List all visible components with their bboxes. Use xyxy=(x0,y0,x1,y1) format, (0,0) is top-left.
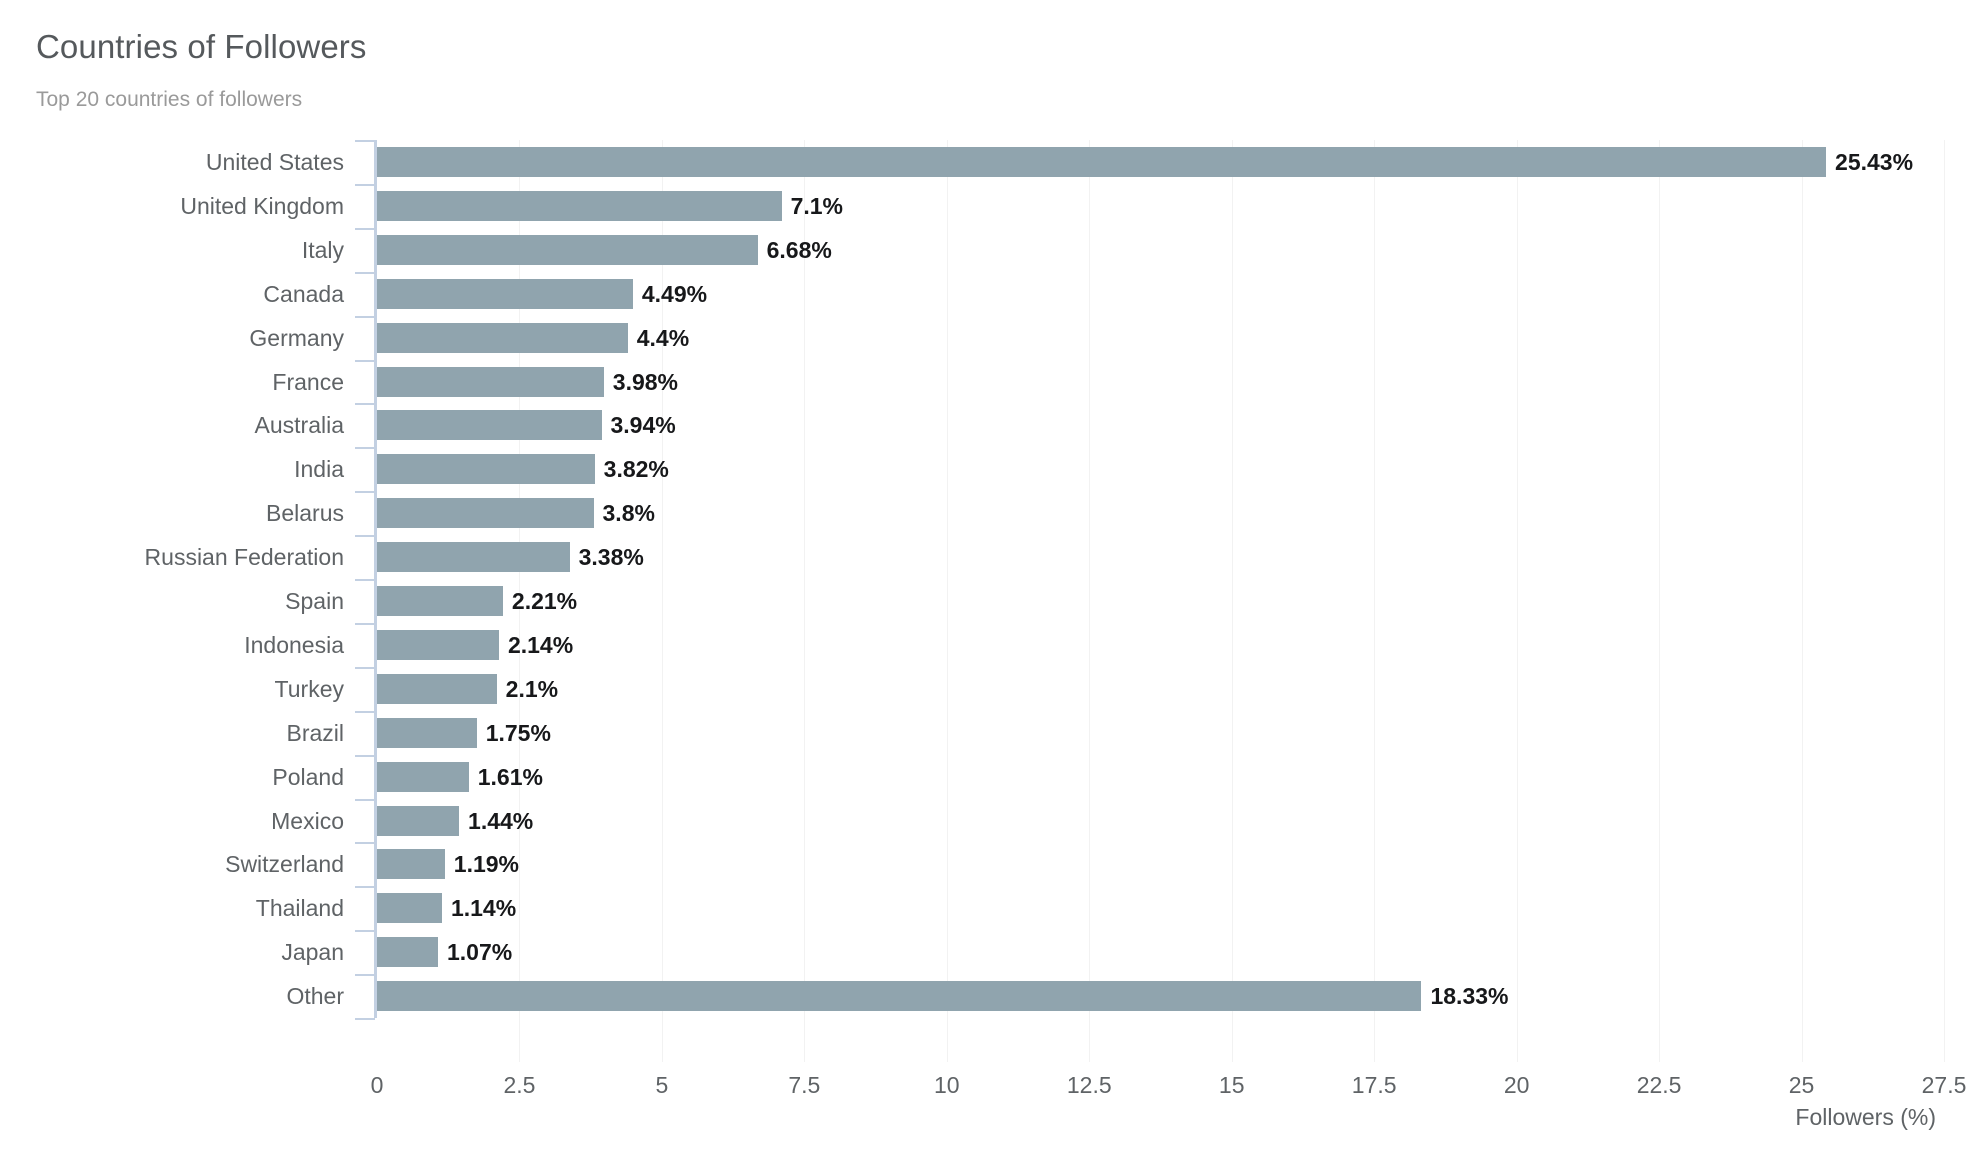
bar-value-label: 6.68% xyxy=(766,236,832,263)
bar-value-label: 3.98% xyxy=(612,368,678,395)
x-axis-tick-label: 17.5 xyxy=(1351,1072,1397,1098)
bar[interactable] xyxy=(377,761,469,792)
x-axis-tick-label: 0 xyxy=(370,1072,384,1098)
bar-row[interactable]: Japan 1.07% xyxy=(0,930,1972,974)
y-axis-category-label: Switzerland xyxy=(225,851,344,878)
y-axis-category-label: Brazil xyxy=(286,719,344,746)
y-axis-category-label: Mexico xyxy=(271,807,344,834)
bar-value-label: 7.1% xyxy=(790,192,843,219)
x-axis-tick-label: 20 xyxy=(1503,1072,1530,1098)
bar[interactable] xyxy=(377,937,438,968)
y-axis-category-label: Belarus xyxy=(266,500,344,527)
x-axis-tick-label: 5 xyxy=(655,1072,669,1098)
bar-row[interactable]: United States 25.43% xyxy=(0,140,1972,184)
bar[interactable] xyxy=(377,322,628,353)
bar-row[interactable]: Mexico 1.44% xyxy=(0,799,1972,843)
bar-row[interactable]: Switzerland 1.19% xyxy=(0,842,1972,886)
y-axis-category-label: United States xyxy=(205,149,344,175)
bar-value-label: 1.07% xyxy=(446,939,513,966)
x-axis-tick-label: 25 xyxy=(1788,1072,1815,1098)
y-axis-category-label: Poland xyxy=(272,763,344,790)
bar-value-label: 3.38% xyxy=(578,544,644,571)
bar-row[interactable]: Italy 6.68% xyxy=(0,228,1972,272)
bar-value-label: 2.14% xyxy=(507,631,574,658)
y-axis-tick xyxy=(355,1018,375,1020)
y-axis-category-label: Australia xyxy=(254,412,344,439)
y-axis-category-label: Spain xyxy=(285,588,344,614)
bar-row[interactable]: Indonesia 2.14% xyxy=(0,623,1972,667)
bar-value-label: 1.44% xyxy=(468,807,534,834)
bar-value-label: 1.19% xyxy=(453,851,520,878)
y-axis-category-label: Russian Federation xyxy=(144,544,344,571)
bar-row[interactable]: Brazil 1.75% xyxy=(0,711,1972,755)
bar[interactable] xyxy=(377,410,602,441)
y-axis-category-label: Other xyxy=(286,983,344,1010)
y-axis-category-label: Thailand xyxy=(255,895,344,922)
bar-value-label: 18.33% xyxy=(1430,983,1509,1010)
bar-value-label: 1.75% xyxy=(485,719,551,746)
bar-value-label: 1.61% xyxy=(477,763,543,790)
bar-value-label: 1.14% xyxy=(450,895,517,922)
x-axis-title: Followers (%) xyxy=(1795,1104,1936,1130)
bar-value-label: 3.82% xyxy=(603,456,669,483)
bar-chart-plot: 0 2.5 5 7.5 10 12.5 15 17.5 20 22.5 25 27.5 Follower… xyxy=(0,0,1972,1152)
y-axis-category-label: Turkey xyxy=(274,675,344,702)
bar[interactable] xyxy=(377,893,442,924)
bar[interactable] xyxy=(377,805,460,836)
x-axis-tick-label: 15 xyxy=(1218,1072,1245,1098)
bar-row[interactable]: India 3.82% xyxy=(0,447,1972,491)
bar[interactable] xyxy=(377,629,499,660)
bar[interactable] xyxy=(377,542,570,573)
bar[interactable] xyxy=(377,717,477,748)
bar-row[interactable]: United Kingdom 7.1% xyxy=(0,184,1972,228)
bar-row[interactable]: Other 18.33% xyxy=(0,974,1972,1018)
bar-row[interactable]: Turkey 2.1% xyxy=(0,667,1972,711)
bar[interactable] xyxy=(377,849,445,880)
bar-row[interactable]: Canada 4.49% xyxy=(0,272,1972,316)
bar[interactable] xyxy=(377,234,758,265)
bar[interactable] xyxy=(377,147,1827,177)
bar-value-label: 4.49% xyxy=(641,280,708,307)
x-axis-tick-label: 27.5 xyxy=(1921,1072,1967,1098)
x-axis-tick-label: 12.5 xyxy=(1066,1072,1112,1098)
bar-row[interactable]: Germany 4.4% xyxy=(0,316,1972,360)
x-axis-tick-label: 22.5 xyxy=(1636,1072,1682,1098)
bar[interactable] xyxy=(377,190,782,221)
bar[interactable] xyxy=(377,454,595,485)
chart-card: Countries of Followers Top 20 countries … xyxy=(0,0,1972,1152)
bar[interactable] xyxy=(377,586,503,616)
y-axis-category-label: India xyxy=(294,456,344,483)
bar-row[interactable]: Australia 3.94% xyxy=(0,403,1972,447)
bar-row[interactable]: Belarus 3.8% xyxy=(0,491,1972,535)
x-axis-tick-label: 7.5 xyxy=(788,1072,821,1098)
bar[interactable] xyxy=(377,498,594,529)
bar-value-label: 4.4% xyxy=(636,324,690,351)
bar-row[interactable]: Russian Federation 3.38% xyxy=(0,535,1972,579)
bar[interactable] xyxy=(377,673,497,704)
y-axis-category-label: United Kingdom xyxy=(180,192,344,219)
y-axis-category-label: Japan xyxy=(281,939,344,966)
bar-row[interactable]: Poland 1.61% xyxy=(0,755,1972,799)
bar-value-label: 2.21% xyxy=(511,588,578,614)
bar-value-label: 3.94% xyxy=(610,412,676,439)
y-axis-category-label: Italy xyxy=(301,236,344,263)
bar-row[interactable]: Spain 2.21% xyxy=(0,579,1972,623)
bar-value-label: 2.1% xyxy=(505,675,559,702)
x-axis-tick-label: 10 xyxy=(934,1072,960,1098)
bar[interactable] xyxy=(377,981,1422,1012)
bar-value-label: 3.8% xyxy=(602,500,655,527)
x-axis-tick-label: 2.5 xyxy=(503,1072,536,1098)
y-axis-category-label: France xyxy=(272,368,344,395)
bar-row[interactable]: Thailand 1.14% xyxy=(0,886,1972,930)
bar[interactable] xyxy=(377,366,604,397)
bar-row[interactable]: France 3.98% xyxy=(0,360,1972,404)
y-axis-category-label: Indonesia xyxy=(244,631,344,658)
bar-value-label: 25.43% xyxy=(1835,149,1914,175)
y-axis-category-label: Canada xyxy=(263,280,344,307)
y-axis-category-label: Germany xyxy=(249,324,344,351)
bar[interactable] xyxy=(377,278,633,309)
